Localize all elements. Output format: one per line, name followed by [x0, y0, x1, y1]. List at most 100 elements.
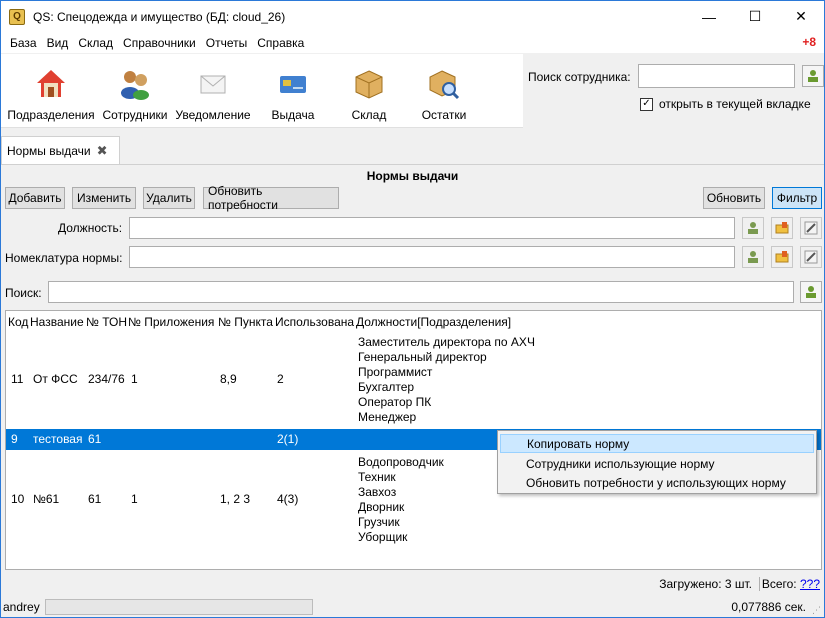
tab-label: Нормы выдачи — [7, 143, 91, 158]
menu-bar: База Вид Склад Справочники Отчеты Справк… — [1, 32, 824, 53]
position-entry: Бухгалтер — [358, 380, 415, 394]
magnifier-box-icon — [428, 68, 460, 100]
cell-code: 9 — [11, 432, 18, 446]
position-entry: Менеджер — [358, 410, 417, 424]
column-header-code[interactable]: Код — [8, 315, 28, 329]
menu-item-reports[interactable]: Отчеты — [201, 36, 252, 50]
open-in-current-tab-checkbox[interactable]: ✓ — [640, 97, 653, 111]
status-progress-bar — [45, 599, 313, 615]
toolbar-label: Сотрудники — [102, 108, 168, 122]
status-query-time: 0,077886 сек. — [731, 600, 806, 614]
people-icon — [119, 68, 151, 100]
cell-positions: Заместитель директора по АХЧ Генеральный… — [358, 335, 535, 425]
column-header-name[interactable]: Название — [30, 315, 84, 329]
delete-button[interactable]: Удалить — [143, 187, 195, 209]
close-button[interactable]: ✕ — [778, 1, 824, 32]
table-header: Код Название № ТОН № Приложения № Пункта… — [6, 311, 821, 331]
close-tab-icon[interactable]: ✖ — [97, 143, 108, 159]
toolbar-label: Выдача — [271, 108, 315, 122]
nomenclature-open-button[interactable] — [771, 246, 793, 268]
position-entry: Уборщик — [358, 530, 408, 544]
maximize-button[interactable]: ☐ — [732, 1, 778, 32]
window-title: QS: Спецодежда и имущество (БД: cloud_26… — [33, 9, 286, 24]
menu-item-view[interactable]: Вид — [42, 36, 74, 50]
menu-item-warehouse[interactable]: Склад — [73, 36, 118, 50]
edit-button[interactable]: Изменить — [72, 187, 136, 209]
position-entry: Программист — [358, 365, 433, 379]
box-icon — [353, 68, 385, 100]
column-header-point[interactable]: № Пункта — [218, 315, 273, 329]
status-username: andrey — [3, 600, 40, 614]
toolbar-issue[interactable]: Выдача — [253, 54, 333, 126]
toolbar-warehouse[interactable]: Склад — [333, 54, 405, 126]
search-input[interactable] — [48, 281, 794, 303]
position-entry: Заместитель директора по АХЧ — [358, 335, 535, 349]
resize-grip-icon[interactable]: ⋰ — [812, 605, 822, 615]
open-folder-icon — [775, 251, 789, 263]
notifications-badge[interactable]: +8 — [802, 35, 816, 49]
refresh-button[interactable]: Обновить — [703, 187, 765, 209]
menu-item-base[interactable]: База — [5, 36, 42, 50]
minimize-button[interactable]: — — [686, 1, 732, 32]
toolbar-label: Подразделения — [7, 108, 95, 122]
cell-used: 2(1) — [277, 432, 299, 446]
cell-ton: 61 — [88, 432, 102, 446]
open-in-current-tab-option[interactable]: ✓ открыть в текущей вкладке — [640, 97, 811, 111]
position-entry: Оператор ПК — [358, 395, 432, 409]
position-entry: Грузчик — [358, 515, 400, 529]
cell-code: 10 — [11, 492, 25, 506]
app-logo-icon: Q — [9, 8, 25, 25]
cell-used: 4(3) — [277, 492, 299, 506]
title-bar: Q QS: Спецодежда и имущество (БД: cloud_… — [1, 1, 824, 32]
house-icon — [35, 68, 67, 100]
position-entry: Водопроводчик — [358, 455, 444, 469]
nomenclature-edit-button[interactable] — [800, 246, 822, 268]
column-header-positions[interactable]: Должности[Подразделения] — [356, 315, 511, 329]
cell-ton: 61 — [88, 492, 102, 506]
pencil-icon — [804, 221, 818, 235]
add-button[interactable]: Добавить — [5, 187, 65, 209]
employee-search-button[interactable] — [802, 65, 824, 87]
employee-search-label: Поиск сотрудника: — [528, 70, 631, 84]
nomenclature-input[interactable] — [129, 246, 735, 268]
nomenclature-select-button[interactable] — [742, 246, 764, 268]
cell-ton: 234/76 — [88, 372, 125, 386]
position-edit-button[interactable] — [800, 217, 822, 239]
position-entry: Дворник — [358, 500, 405, 514]
tab-issue-norms[interactable]: Нормы выдачи ✖ — [1, 136, 120, 164]
toolbar-employees[interactable]: Сотрудники — [97, 54, 173, 126]
column-header-ton[interactable]: № ТОН — [86, 315, 127, 329]
context-employees-using-norm[interactable]: Сотрудники использующие норму — [500, 454, 814, 473]
total-count-link[interactable]: ??? — [800, 577, 820, 591]
nomenclature-label: Номеклатура нормы: — [5, 251, 123, 265]
position-label: Должность: — [58, 221, 123, 235]
update-needs-button[interactable]: Обновить потребности — [203, 184, 339, 212]
pick-icon — [748, 222, 758, 234]
filter-button[interactable]: Фильтр — [772, 187, 822, 209]
column-header-used[interactable]: Использована — [275, 315, 354, 329]
employee-search-input[interactable] — [638, 64, 795, 88]
position-open-button[interactable] — [771, 217, 793, 239]
toolbar-balances[interactable]: Остатки — [405, 54, 483, 126]
open-in-current-tab-label: открыть в текущей вкладке — [659, 97, 811, 111]
pick-icon — [748, 251, 758, 263]
context-copy-norm[interactable]: Копировать норму — [500, 434, 814, 453]
column-header-appendix[interactable]: № Приложения — [128, 315, 214, 329]
footer-divider — [759, 577, 760, 591]
table-footer: Загружено: 3 шт. Всего: ??? — [1, 574, 824, 594]
toolbar-departments[interactable]: Подразделения — [5, 54, 97, 126]
cell-code: 11 — [11, 372, 24, 386]
table-row[interactable]: 11 От ФСС 234/76 1 8,9 2 Заместитель дир… — [6, 333, 821, 427]
status-bar: andrey 0,077886 сек. ⋰ — [1, 597, 824, 617]
context-menu: Копировать норму Сотрудники использующие… — [497, 430, 817, 494]
cell-positions: Водопроводчик Техник Завхоз Дворник Груз… — [358, 455, 444, 545]
toolbar-notification[interactable]: Уведомление — [173, 54, 253, 126]
search-button[interactable] — [800, 281, 822, 303]
menu-item-directories[interactable]: Справочники — [118, 36, 201, 50]
main-toolbar: Подразделения Сотрудники Уведомление Выд… — [1, 54, 523, 128]
menu-item-help[interactable]: Справка — [252, 36, 309, 50]
cell-point: 8,9 — [220, 372, 237, 386]
position-input[interactable] — [129, 217, 735, 239]
context-update-needs-users[interactable]: Обновить потребности у использующих норм… — [500, 473, 814, 492]
position-select-button[interactable] — [742, 217, 764, 239]
